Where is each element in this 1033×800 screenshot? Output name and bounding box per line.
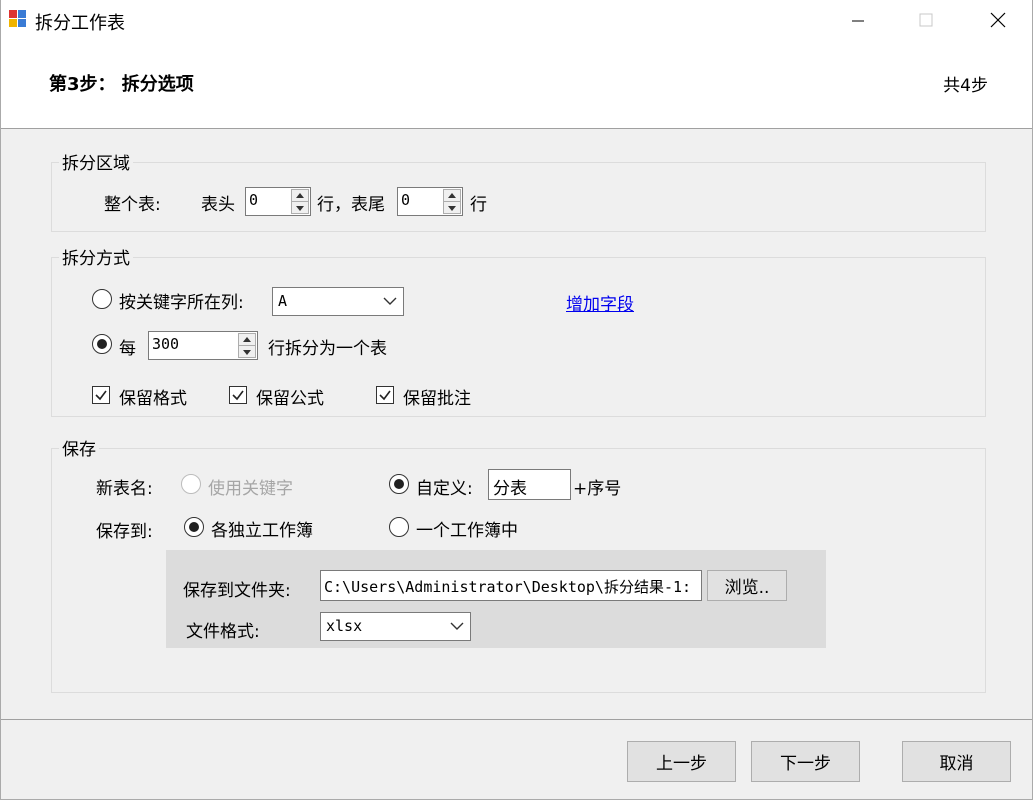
custom-name-value: 分表 (493, 479, 527, 499)
keep-format-label[interactable]: 保留格式 (119, 384, 187, 409)
add-field-link[interactable]: 增加字段 (566, 290, 634, 315)
spin-up-icon[interactable] (292, 190, 308, 202)
key-column-value: A (278, 292, 288, 310)
footer-rows-spinner[interactable]: 0 (397, 187, 463, 216)
footer-rows-arrows[interactable] (443, 189, 461, 214)
footer-rows-label: 行，表尾 (317, 195, 385, 215)
custom-name-radio[interactable] (389, 474, 409, 494)
rows-per-sheet-spinner[interactable]: 300 (148, 331, 258, 360)
file-format-label: 文件格式: (186, 622, 260, 642)
split-range-group (51, 162, 986, 232)
folder-path-value: C:\Users\Administrator\Desktop\拆分结果-1: (324, 578, 692, 596)
every-rows-radio[interactable] (92, 334, 112, 354)
header-rows-value: 0 (249, 191, 259, 209)
cancel-button[interactable]: 取消 (902, 741, 1011, 782)
by-key-column-radio[interactable] (92, 289, 112, 309)
spin-down-icon[interactable] (444, 202, 460, 214)
folder-label: 保存到文件夹: (183, 581, 291, 601)
save-legend: 保存 (59, 435, 99, 460)
file-format-select[interactable]: xlsx (320, 612, 471, 641)
rows-per-sheet-suffix: 行拆分为一个表 (268, 339, 387, 359)
keep-format-checkbox[interactable] (92, 386, 110, 404)
one-workbook-radio[interactable] (389, 517, 409, 537)
checkmark-icon (232, 390, 244, 401)
serial-suffix-label: +序号 (573, 479, 622, 499)
split-range-legend: 拆分区域 (59, 149, 133, 174)
keep-formula-checkbox[interactable] (229, 386, 247, 404)
window-title: 拆分工作表 (35, 13, 125, 34)
title-bar: 拆分工作表 (1, 0, 1032, 40)
use-keyword-radio (181, 474, 201, 494)
split-method-legend: 拆分方式 (59, 244, 133, 269)
every-label[interactable]: 每 (119, 334, 136, 359)
new-sheet-name-label: 新表名: (96, 479, 153, 499)
file-format-value: xlsx (326, 617, 363, 635)
minimize-button[interactable] (824, 0, 892, 40)
rows-per-sheet-value: 300 (152, 335, 180, 353)
keep-comment-label[interactable]: 保留批注 (403, 384, 471, 409)
maximize-icon (919, 13, 933, 27)
folder-path-input[interactable]: C:\Users\Administrator\Desktop\拆分结果-1: (320, 570, 702, 601)
footer-separator (1, 719, 1032, 720)
previous-step-button[interactable]: 上一步 (627, 741, 736, 782)
checkmark-icon (95, 390, 107, 401)
rows-per-sheet-arrows[interactable] (238, 333, 256, 358)
maximize-button[interactable] (892, 0, 960, 40)
chevron-down-icon (383, 297, 397, 305)
custom-name-label[interactable]: 自定义: (416, 474, 473, 499)
by-key-column-label[interactable]: 按关键字所在列: (119, 288, 244, 313)
rows-suffix-label: 行 (470, 195, 487, 215)
step-count: 共4步 (943, 76, 988, 96)
browse-button[interactable]: 浏览.. (707, 570, 787, 601)
separate-workbooks-label[interactable]: 各独立工作簿 (211, 516, 313, 541)
custom-name-input[interactable]: 分表 (488, 469, 571, 500)
header-rows-spinner[interactable]: 0 (245, 187, 311, 216)
spin-up-icon[interactable] (444, 190, 460, 202)
spin-up-icon[interactable] (239, 334, 255, 346)
footer-rows-value: 0 (401, 191, 411, 209)
whole-sheet-label: 整个表: (104, 195, 161, 215)
app-icon (9, 10, 27, 28)
header-rows-label: 表头 (201, 195, 235, 215)
use-keyword-label: 使用关键字 (208, 479, 293, 499)
separate-workbooks-radio[interactable] (184, 517, 204, 537)
checkmark-icon (379, 390, 391, 401)
key-column-select[interactable]: A (272, 287, 404, 316)
keep-comment-checkbox[interactable] (376, 386, 394, 404)
one-workbook-label[interactable]: 一个工作簿中 (416, 516, 518, 541)
minimize-icon (852, 20, 864, 22)
save-to-label: 保存到: (96, 522, 153, 542)
close-icon (990, 12, 1006, 28)
spin-down-icon[interactable] (292, 202, 308, 214)
step-title: 第3步： 拆分选项 (49, 74, 194, 95)
chevron-down-icon (450, 622, 464, 630)
header-rows-arrows[interactable] (291, 189, 309, 214)
keep-formula-label[interactable]: 保留公式 (256, 384, 324, 409)
close-button[interactable] (964, 0, 1032, 40)
spin-down-icon[interactable] (239, 346, 255, 358)
next-step-button[interactable]: 下一步 (751, 741, 860, 782)
wizard-header: 第3步： 拆分选项 共4步 (1, 40, 1032, 129)
